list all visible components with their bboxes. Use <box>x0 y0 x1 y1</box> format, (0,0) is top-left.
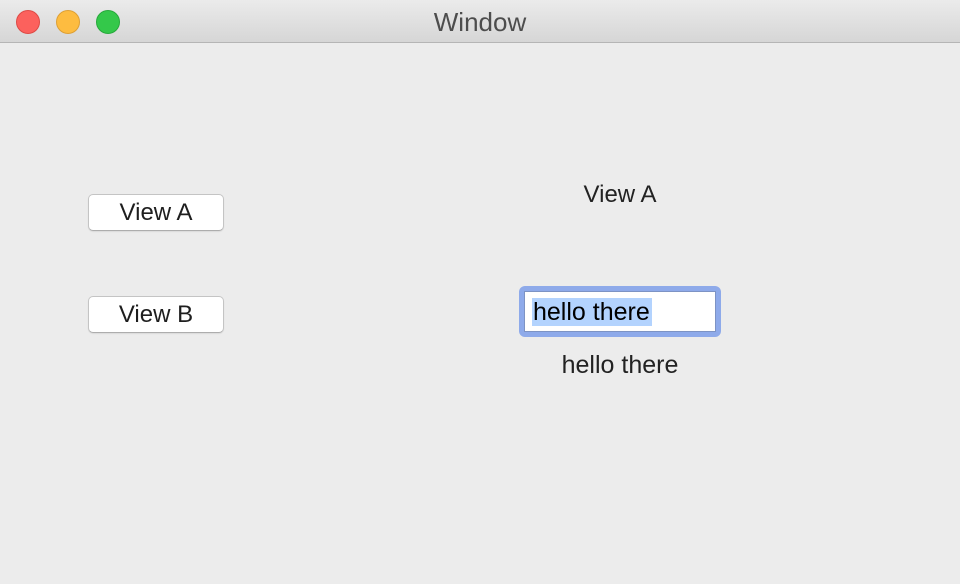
view-b-button[interactable]: View B <box>88 296 224 333</box>
app-window: Window View A View B View A hello there … <box>0 0 960 584</box>
current-view-label: View A <box>583 181 657 208</box>
text-field-focus-ring[interactable]: hello there <box>519 286 721 337</box>
view-a-button[interactable]: View A <box>88 194 224 231</box>
echo-text-label: hello there <box>561 351 679 379</box>
text-input-field[interactable]: hello there <box>524 291 716 332</box>
title-bar[interactable]: Window <box>0 0 960 43</box>
text-field-selected-text[interactable]: hello there <box>532 298 652 326</box>
window-title: Window <box>433 7 527 37</box>
